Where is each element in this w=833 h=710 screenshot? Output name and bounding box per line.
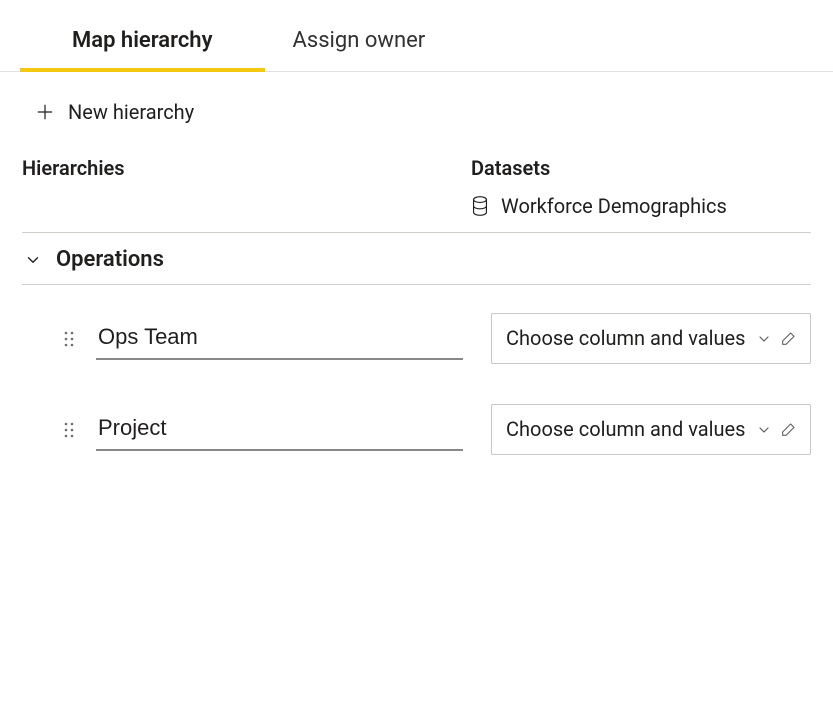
- hierarchy-row: Choose column and values: [22, 404, 811, 455]
- eraser-icon[interactable]: [780, 331, 796, 347]
- hierarchy-field: [22, 409, 463, 451]
- database-icon: [471, 196, 489, 216]
- hierarchy-name-input[interactable]: [96, 409, 463, 451]
- columns: Hierarchies Datasets Workforce Demograph…: [22, 150, 811, 285]
- hierarchies-heading: Hierarchies: [22, 156, 443, 214]
- divider-group: [22, 284, 811, 285]
- tabs-bar: Map hierarchy Assign owner: [0, 0, 833, 72]
- dataset-name: Workforce Demographics: [501, 194, 727, 218]
- tab-map-hierarchy[interactable]: Map hierarchy: [72, 28, 213, 71]
- column-values-select[interactable]: Choose column and values: [491, 313, 811, 364]
- group-toggle-operations[interactable]: Operations: [22, 233, 811, 284]
- new-hierarchy-label: New hierarchy: [68, 100, 194, 124]
- select-label: Choose column and values: [506, 417, 745, 441]
- eraser-icon[interactable]: [780, 422, 796, 438]
- dataset-item[interactable]: Workforce Demographics: [471, 194, 811, 218]
- column-values-select[interactable]: Choose column and values: [491, 404, 811, 455]
- new-hierarchy-button[interactable]: New hierarchy: [28, 94, 202, 130]
- tab-assign-owner[interactable]: Assign owner: [293, 28, 426, 71]
- hierarchy-rows: Choose column and values: [22, 313, 811, 495]
- tab-map-hierarchy-label: Map hierarchy: [72, 28, 213, 53]
- hierarchy-name-input[interactable]: [96, 318, 463, 360]
- drag-handle-icon[interactable]: [64, 422, 74, 438]
- chevron-down-icon: [756, 422, 772, 438]
- select-label: Choose column and values: [506, 326, 745, 350]
- hierarchy-row: Choose column and values: [22, 313, 811, 364]
- hierarchy-field: [22, 318, 463, 360]
- content-area: New hierarchy Hierarchies Datasets Workf…: [0, 72, 833, 495]
- chevron-down-icon: [756, 331, 772, 347]
- plus-icon: [36, 103, 54, 121]
- drag-handle-icon[interactable]: [64, 331, 74, 347]
- chevron-down-icon: [24, 251, 42, 269]
- tab-assign-owner-label: Assign owner: [293, 28, 426, 53]
- datasets-heading: Datasets: [471, 156, 811, 180]
- group-name: Operations: [56, 247, 164, 272]
